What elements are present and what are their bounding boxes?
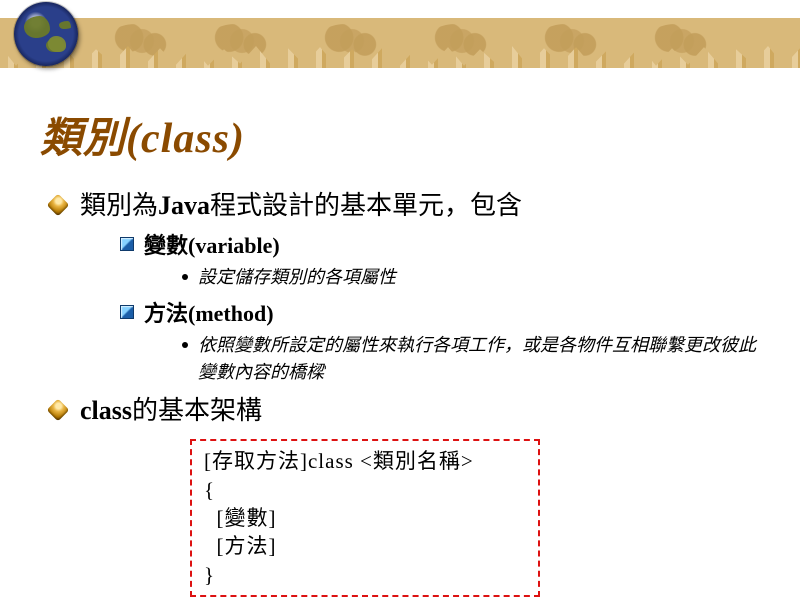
title-cjk: 類別: [40, 116, 126, 162]
text-segment: 程式設計的基本單元，包含: [210, 191, 522, 220]
text-latin: (method): [188, 301, 274, 326]
bullet2-item: 變數(variable) 設定儲存類別的各項屬性: [120, 229, 760, 291]
map-silhouette: [320, 24, 384, 58]
square-bullet-icon: [120, 237, 134, 251]
diamond-bullet-icon: [47, 194, 70, 217]
bullet-list-level1: 類別為Java程式設計的基本單元，包含 變數(variable) 設定儲存類別的…: [46, 187, 760, 429]
text-segment: 類別為: [80, 191, 158, 220]
bullet-list-level3: 依照變數所設定的屬性來執行各項工作，或是各物件互相聯繫更改彼此變數內容的橋樑: [144, 332, 760, 386]
square-bullet-icon: [120, 305, 134, 319]
globe-icon: [14, 2, 78, 66]
text-cjk: 方法: [144, 301, 188, 326]
map-silhouette: [540, 24, 604, 58]
map-silhouette: [110, 24, 174, 58]
text-latin: Java: [158, 191, 210, 220]
decorative-banner: [0, 0, 800, 68]
code-box-container: [存取方法]class <類別名稱> { [變數] [方法] }: [190, 439, 760, 597]
bullet2-item: 方法(method) 依照變數所設定的屬性來執行各項工作，或是各物件互相聯繫更改…: [120, 297, 760, 386]
code-syntax-box: [存取方法]class <類別名稱> { [變數] [方法] }: [190, 439, 540, 597]
bullet-list-level3: 設定儲存類別的各項屬性: [144, 264, 760, 291]
text-latin: (variable): [188, 233, 280, 258]
slide-content: 類別(class) 類別為Java程式設計的基本單元，包含 變數(variabl…: [0, 68, 800, 597]
text-body: 依照變數所設定的屬性來執行各項工作，或是各物件互相聯繫更改彼此變數內容的橋樑: [198, 335, 756, 382]
map-silhouette: [650, 24, 714, 58]
text-body: 設定儲存類別的各項屬性: [198, 267, 396, 287]
title-latin: (class): [126, 116, 245, 162]
text-latin: class: [80, 396, 132, 425]
banner-strip: [0, 18, 800, 68]
bullet1-item: class的基本架構: [46, 392, 760, 430]
bullet3-item: 設定儲存類別的各項屬性: [180, 264, 760, 291]
bullet3-item: 依照變數所設定的屬性來執行各項工作，或是各物件互相聯繫更改彼此變數內容的橋樑: [180, 332, 760, 386]
diamond-bullet-icon: [47, 398, 70, 421]
text-segment: 的基本架構: [132, 396, 262, 425]
map-silhouette: [210, 24, 274, 58]
map-silhouette: [430, 24, 494, 58]
bullet1-item: 類別為Java程式設計的基本單元，包含 變數(variable) 設定儲存類別的…: [46, 187, 760, 386]
slide-title: 類別(class): [40, 104, 760, 165]
text-cjk: 變數: [144, 233, 188, 258]
bullet-list-level2: 變數(variable) 設定儲存類別的各項屬性 方法(method) 依照變數…: [80, 229, 760, 386]
